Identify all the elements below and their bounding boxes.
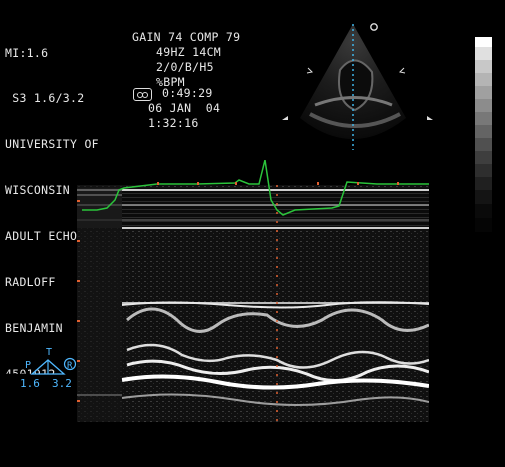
probe-freq-low: 1.6 bbox=[20, 377, 40, 390]
probe-r-label: R bbox=[67, 361, 73, 371]
orientation-dot-icon bbox=[370, 23, 378, 31]
probe-p-label: P bbox=[25, 360, 31, 371]
m-mode-display bbox=[77, 160, 429, 422]
frame-rate-depth-readout: 49HZ 14CM bbox=[156, 45, 222, 59]
gain-readout: GAIN 74 COMP 79 bbox=[132, 30, 241, 44]
tape-time: 0:49:29 bbox=[162, 86, 213, 100]
probe-freq-high: 3.2 bbox=[52, 377, 72, 390]
left-depth-marker-icon bbox=[306, 67, 314, 74]
grayscale-bar bbox=[475, 37, 492, 232]
sector-image bbox=[282, 23, 433, 150]
mi-index: MI:1.6 bbox=[5, 45, 49, 60]
tape-recorder-icon bbox=[133, 88, 152, 101]
left-focus-marker-icon bbox=[282, 116, 288, 120]
probe-triangle-icon: P T R 1.6 3.2 bbox=[20, 347, 77, 390]
exam-clock: 1:32:16 bbox=[148, 116, 199, 130]
exam-date: 06 JAN 04 bbox=[148, 101, 221, 115]
probe-t-label: T bbox=[46, 347, 52, 358]
filter-readout: 2/0/B/H5 bbox=[156, 60, 214, 74]
right-focus-marker-icon bbox=[427, 116, 433, 120]
probe-freq-label: S3 1.6/3.2 bbox=[5, 91, 85, 106]
left-strip bbox=[77, 185, 122, 422]
institution-line1: UNIVERSITY OF bbox=[5, 137, 99, 152]
right-depth-marker-icon bbox=[398, 67, 406, 74]
